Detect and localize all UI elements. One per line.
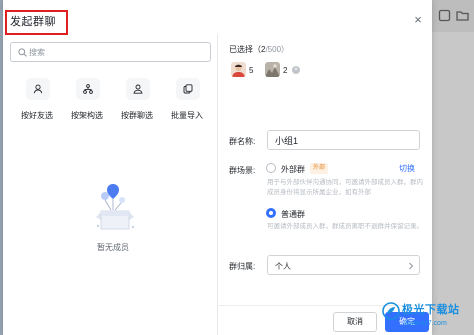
group-owner-label: 群归属: [229,262,256,271]
import-icon [176,78,200,100]
quick-action-by-group[interactable]: 按群聊选 [117,78,157,120]
search-input[interactable] [29,45,205,59]
external-badge: 外部 [310,163,329,174]
watermark-title: 极光下载站 [402,304,460,316]
quick-action-batch-import[interactable]: 批量导入 [167,78,207,120]
group-name-input[interactable] [267,130,420,150]
selected-member-name: 2 [283,66,288,75]
cancel-button[interactable]: 取消 [333,312,377,332]
selected-count: （2 [253,45,266,54]
watermark-logo-icon [382,302,400,320]
group-owner-value: 个人 [275,262,291,271]
selected-label: 已选择 [229,45,253,54]
scene-normal-radio[interactable] [266,208,276,218]
chevron-right-icon [409,262,414,270]
switch-link[interactable]: 切换 [399,163,415,174]
quick-action-label: 批量导入 [171,111,203,120]
org-tree-icon [76,78,100,100]
quick-action-label: 按好友选 [21,111,53,120]
close-icon[interactable]: × [411,13,425,27]
site-watermark: 极光下载站 www.xz7.com [382,296,474,335]
avatar [231,62,246,77]
selected-member: 5 [231,62,261,78]
scene-external-radio[interactable] [266,163,276,173]
empty-members-text: 暂无成员 [97,243,129,252]
watermark-url: www.xz7.com [404,320,447,327]
quick-action-label: 按架构选 [71,111,103,120]
scene-normal-hint: 可邀请外部成员入群，群成员离职不退群并保留记录。 [267,223,423,230]
search-icon [18,48,27,57]
create-group-chat-dialog: 发起群聊 × 按好友选 按架构选 按群聊选 批量导入 [3,0,432,335]
selected-member: 2 × [265,62,305,78]
pane-divider [217,34,218,335]
group-owner-select[interactable]: 个人 [267,255,420,275]
scene-normal-label[interactable]: 普通群 [281,209,305,220]
remove-member-icon[interactable]: × [292,66,300,74]
background-app-toolbar [432,0,474,32]
group-chat-icon [126,78,150,100]
square-icon [438,9,451,22]
quick-action-by-friend[interactable]: 按好友选 [17,78,57,120]
quick-action-label: 按群聊选 [121,111,153,120]
quick-action-by-org[interactable]: 按架构选 [67,78,107,120]
avatar [265,62,280,77]
selected-count-header: 已选择（2/500） [229,44,289,55]
folder-icon [456,11,469,21]
group-name-label: 群名称: [229,137,256,146]
group-scene-label: 群场景: [229,166,256,175]
background-app-panel [432,0,474,335]
scene-external-hint: 用于与外部伙伴沟通协同，可邀请外部成员入群。群内成员身份将显示所属企业，如有外部 [267,179,423,196]
scene-external-label[interactable]: 外部群 [281,164,305,175]
person-icon [26,78,50,100]
empty-members-illustration [96,184,135,230]
search-field[interactable] [10,42,211,62]
selected-max: /500） [265,45,290,54]
selected-member-name: 5 [249,66,254,75]
dialog-title: 发起群聊 [10,16,56,28]
